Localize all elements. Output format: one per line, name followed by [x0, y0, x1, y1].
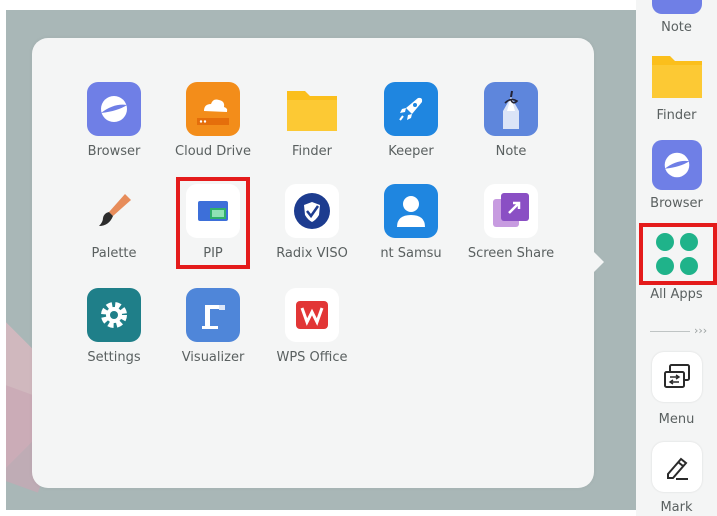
app-visualizer[interactable]: Visualizer	[163, 288, 263, 365]
app-settings[interactable]: Settings	[64, 288, 164, 365]
brush-icon	[87, 184, 141, 238]
sidebar-item-label: Finder	[656, 108, 697, 123]
sidebar-divider	[650, 331, 690, 332]
app-finder[interactable]: Finder	[262, 82, 362, 159]
app-label: Screen Share	[467, 246, 555, 261]
pip-highlight-box	[176, 177, 250, 269]
app-keeper[interactable]: Keeper	[361, 82, 461, 159]
pencil-icon	[651, 442, 702, 492]
app-radix-viso[interactable]: Radix VISO	[262, 184, 362, 261]
sidebar-item-note[interactable]: Note	[636, 0, 717, 35]
all-apps-highlight-box	[639, 223, 717, 285]
app-browser[interactable]: Browser	[64, 82, 164, 159]
browser-icon	[87, 82, 141, 136]
shield-check-icon	[285, 184, 339, 238]
wps-logo-icon	[285, 288, 339, 342]
sidebar-item-menu[interactable]: Menu	[636, 352, 717, 427]
sidebar-item-label: Note	[661, 20, 692, 35]
app-label: WPS Office	[276, 350, 348, 365]
app-screen-share[interactable]: Screen Share	[461, 184, 561, 261]
app-samsung[interactable]: nt Samsu	[361, 184, 461, 261]
rocket-icon	[384, 82, 438, 136]
folder-icon	[650, 52, 704, 98]
app-wps-office[interactable]: WPS Office	[262, 288, 362, 365]
app-label: Keeper	[388, 144, 434, 159]
app-label: Cloud Drive	[175, 144, 251, 159]
lamp-icon	[186, 288, 240, 342]
app-palette[interactable]: Palette	[64, 184, 164, 261]
note-icon	[651, 0, 702, 14]
pen-icon	[484, 82, 538, 136]
app-label: Settings	[87, 350, 141, 365]
sidebar-item-browser[interactable]: Browser	[636, 140, 717, 211]
app-label: Finder	[292, 144, 332, 159]
expand-chevron-icon[interactable]: ›››	[694, 324, 707, 337]
sidebar-item-label: Menu	[658, 412, 695, 427]
sidebar-item-finder[interactable]: Finder	[636, 52, 717, 123]
app-cloud-drive[interactable]: Cloud Drive	[163, 82, 263, 159]
sidebar-item-label: All Apps	[650, 287, 703, 302]
app-label: Palette	[91, 246, 137, 261]
folder-icon	[285, 82, 339, 136]
app-label: Visualizer	[181, 350, 245, 365]
menu-icon	[651, 352, 702, 402]
app-note[interactable]: Note	[461, 82, 561, 159]
app-label: Browser	[87, 144, 141, 159]
app-label: Radix VISO	[276, 246, 348, 261]
user-icon	[384, 184, 438, 238]
app-label: Note	[495, 144, 527, 159]
cloud-drive-icon	[186, 82, 240, 136]
gear-icon	[87, 288, 141, 342]
browser-icon	[651, 140, 702, 190]
drawer-pointer	[592, 250, 604, 274]
screen-share-icon	[484, 184, 538, 238]
app-label: nt Samsu	[380, 246, 442, 261]
sidebar-item-label: Mark	[660, 500, 693, 515]
sidebar-item-mark[interactable]: Mark	[636, 442, 717, 515]
sidebar-item-label: Browser	[650, 196, 703, 211]
